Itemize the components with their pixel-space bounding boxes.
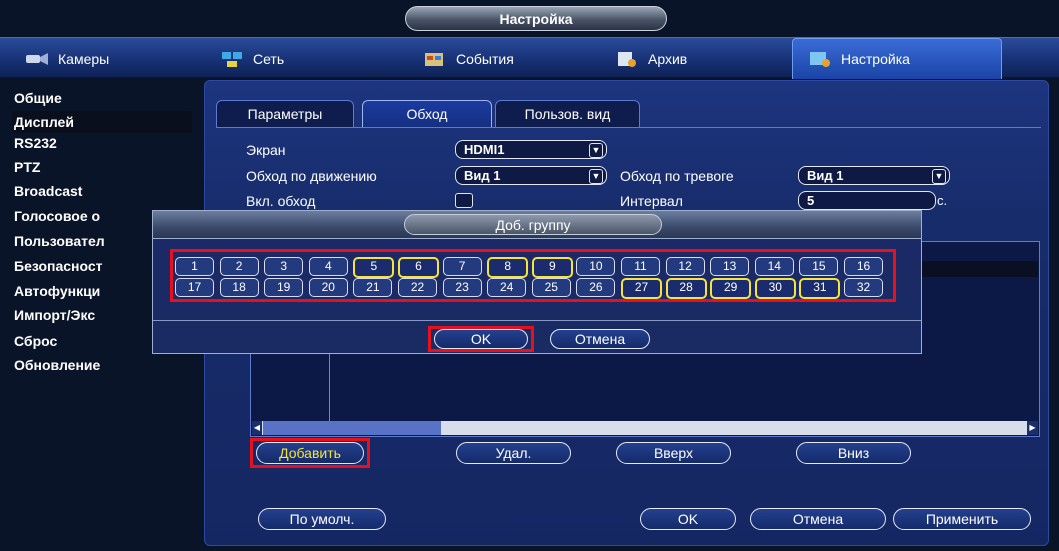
channel-29-toggle[interactable]: 29 <box>710 278 752 299</box>
alarm-tour-label: Обход по тревоге <box>620 168 734 184</box>
chevron-down-icon: ▼ <box>589 143 603 158</box>
ok-button[interactable]: OK <box>640 508 736 530</box>
camera-icon <box>26 52 48 65</box>
sidebar-item-update[interactable]: Обновление <box>12 354 192 376</box>
dialog-divider <box>153 320 921 321</box>
nav-cameras[interactable]: Камеры <box>10 38 185 79</box>
channel-24-toggle[interactable]: 24 <box>487 278 527 297</box>
channel-4-toggle[interactable]: 4 <box>308 257 348 276</box>
channel-6-toggle[interactable]: 6 <box>398 257 439 278</box>
channel-20-toggle[interactable]: 20 <box>308 278 348 297</box>
sidebar-item-display[interactable]: Дисплей <box>12 111 192 133</box>
channel-28-toggle[interactable]: 28 <box>665 278 707 299</box>
channel-7-toggle[interactable]: 7 <box>442 257 482 276</box>
motion-tour-label: Обход по движению <box>246 168 377 184</box>
motion-tour-value: Вид 1 <box>464 168 501 183</box>
default-button[interactable]: По умолч. <box>258 508 386 530</box>
motion-tour-select[interactable]: Вид 1 ▼ <box>455 166 607 185</box>
channel-17-toggle[interactable]: 17 <box>175 278 214 297</box>
screen-value: HDMI1 <box>464 142 505 157</box>
nav-archive[interactable]: Архив <box>600 38 775 79</box>
add-group-dialog-title: Доб. группу <box>404 214 662 235</box>
scroll-left-icon[interactable]: ◀ <box>252 421 262 435</box>
apply-button[interactable]: Применить <box>893 508 1031 530</box>
channel-12-toggle[interactable]: 12 <box>665 257 705 276</box>
sidebar-item-ptz[interactable]: PTZ <box>12 156 192 178</box>
sidebar-item-rs232[interactable]: RS232 <box>12 132 192 154</box>
channel-30-toggle[interactable]: 30 <box>754 278 796 299</box>
alarm-tour-value: Вид 1 <box>807 168 844 183</box>
channel-26-toggle[interactable]: 26 <box>576 278 616 297</box>
enable-tour-checkbox[interactable] <box>455 193 473 208</box>
chevron-down-icon: ▼ <box>589 169 603 184</box>
interval-value: 5 <box>807 193 815 208</box>
channel-2-toggle[interactable]: 2 <box>219 257 259 276</box>
events-icon <box>425 52 443 66</box>
screen-select[interactable]: HDMI1 ▼ <box>455 140 607 159</box>
delete-button[interactable]: Удал. <box>456 442 571 464</box>
channel-9-toggle[interactable]: 9 <box>531 257 573 278</box>
alarm-tour-select[interactable]: Вид 1 ▼ <box>798 166 950 185</box>
tab-divider <box>216 127 1041 128</box>
channel-19-toggle[interactable]: 19 <box>264 278 304 297</box>
down-button[interactable]: Вниз <box>796 442 911 464</box>
channel-21-toggle[interactable]: 21 <box>353 278 393 297</box>
channel-32-toggle[interactable]: 32 <box>844 278 883 297</box>
channel-16-toggle[interactable]: 16 <box>844 257 883 276</box>
channel-25-toggle[interactable]: 25 <box>531 278 571 297</box>
channel-14-toggle[interactable]: 14 <box>754 257 794 276</box>
cancel-button[interactable]: Отмена <box>750 508 886 530</box>
nav-settings[interactable]: Настройка <box>792 38 1002 79</box>
dialog-cancel-button[interactable]: Отмена <box>550 329 650 349</box>
dialog-ok-button[interactable]: OK <box>434 329 528 349</box>
nav-events[interactable]: События <box>408 38 583 79</box>
channel-11-toggle[interactable]: 11 <box>621 257 660 276</box>
network-icon <box>222 51 242 67</box>
list-row-selected[interactable] <box>920 261 1038 277</box>
nav-events-label: События <box>456 50 514 67</box>
channel-10-toggle[interactable]: 10 <box>576 257 616 276</box>
up-button[interactable]: Вверх <box>616 442 731 464</box>
nav-settings-label: Настройка <box>841 51 910 67</box>
channel-18-toggle[interactable]: 18 <box>219 278 259 297</box>
interval-label: Интервал <box>620 193 683 209</box>
channel-grid: 1 2 3 4 5 6 7 8 9 10 11 12 13 14 15 16 17 18 19 20 21 22 23 24 2… <box>175 255 891 299</box>
channel-13-toggle[interactable]: 13 <box>710 257 750 276</box>
sidebar-item-general[interactable]: Общие <box>12 87 192 109</box>
channel-1-toggle[interactable]: 1 <box>175 257 214 276</box>
tab-custom-view[interactable]: Пользов. вид <box>495 100 640 128</box>
channel-23-toggle[interactable]: 23 <box>442 278 482 297</box>
nav-cameras-label: Камеры <box>58 50 110 67</box>
chevron-down-icon: ▼ <box>932 169 946 184</box>
channel-27-toggle[interactable]: 27 <box>621 278 662 299</box>
top-nav: Камеры Сеть События Архив Настройка <box>0 37 1059 79</box>
tab-parameters[interactable]: Параметры <box>216 100 354 128</box>
window-title: Настройка <box>405 6 667 31</box>
enable-tour-label: Вкл. обход <box>246 193 316 209</box>
scroll-right-icon[interactable]: ▶ <box>1027 421 1038 435</box>
channel-15-toggle[interactable]: 15 <box>799 257 839 276</box>
nav-network[interactable]: Сеть <box>205 38 380 79</box>
settings-icon <box>810 52 830 67</box>
channel-31-toggle[interactable]: 31 <box>799 278 841 299</box>
screen-label: Экран <box>246 142 286 158</box>
interval-unit: с. <box>937 193 948 208</box>
nav-archive-label: Архив <box>648 50 688 67</box>
scrollbar-thumb[interactable] <box>263 421 441 435</box>
channel-5-toggle[interactable]: 5 <box>353 257 395 278</box>
sidebar-item-broadcast[interactable]: Broadcast <box>12 180 192 202</box>
channel-8-toggle[interactable]: 8 <box>487 257 529 278</box>
channel-22-toggle[interactable]: 22 <box>398 278 437 297</box>
archive-icon <box>618 51 636 67</box>
interval-input[interactable]: 5 <box>798 191 936 210</box>
tab-tour[interactable]: Обход <box>362 100 492 128</box>
channel-3-toggle[interactable]: 3 <box>264 257 304 276</box>
add-button[interactable]: Добавить <box>256 442 364 464</box>
nav-network-label: Сеть <box>253 50 285 67</box>
